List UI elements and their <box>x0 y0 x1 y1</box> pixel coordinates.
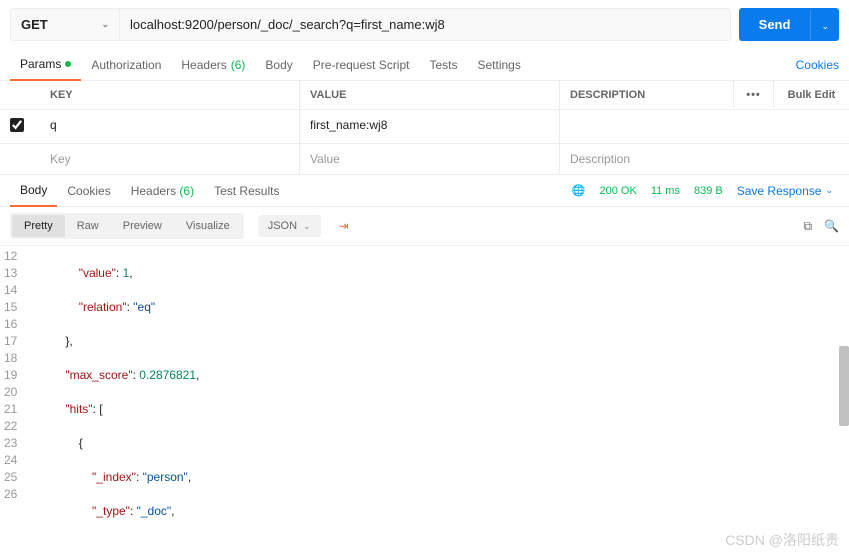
cookies-link[interactable]: Cookies <box>796 50 839 80</box>
wrap-lines-button[interactable]: ⇥ <box>331 214 357 238</box>
col-description: DESCRIPTION <box>560 81 734 109</box>
col-key: KEY <box>40 81 300 109</box>
view-raw[interactable]: Raw <box>65 215 111 237</box>
search-icon[interactable]: 🔍 <box>824 219 839 234</box>
method-select[interactable]: GET ⌄ <box>10 8 120 41</box>
tab-tests[interactable]: Tests <box>419 50 467 80</box>
method-label: GET <box>21 17 48 32</box>
params-table: KEY VALUE DESCRIPTION ••• Bulk Edit q fi… <box>0 81 849 175</box>
chevron-down-icon: ⌄ <box>825 185 833 196</box>
resp-tab-cookies[interactable]: Cookies <box>57 176 120 206</box>
chevron-down-icon: ⌄ <box>303 221 311 232</box>
globe-icon[interactable]: 🌐 <box>572 184 586 197</box>
col-options[interactable]: ••• <box>734 81 774 109</box>
tab-prerequest[interactable]: Pre-request Script <box>303 50 420 80</box>
copy-icon[interactable]: ⧉ <box>803 219 812 234</box>
param-key-input[interactable]: q <box>40 110 300 143</box>
tab-headers[interactable]: Headers (6) <box>171 50 255 80</box>
view-mode-segment: Pretty Raw Preview Visualize <box>10 213 244 239</box>
changed-dot-icon <box>65 61 71 67</box>
view-preview[interactable]: Preview <box>111 215 174 237</box>
bulk-edit-button[interactable]: Bulk Edit <box>774 81 849 109</box>
scrollbar-thumb[interactable] <box>839 346 849 426</box>
param-row-new: Key Value Description <box>0 144 849 175</box>
param-value-placeholder[interactable]: Value <box>300 144 560 174</box>
param-row: q first_name:wj8 <box>0 110 849 144</box>
response-size: 839 B <box>694 185 723 197</box>
param-key-placeholder[interactable]: Key <box>40 144 300 174</box>
send-button-group: Send ⌄ <box>739 8 839 41</box>
line-gutter: 121314151617181920212223242526 <box>0 246 25 536</box>
send-button[interactable]: Send <box>739 9 811 40</box>
url-input[interactable]: localhost:9200/person/_doc/_search?q=fir… <box>120 8 731 41</box>
tab-body[interactable]: Body <box>255 50 302 80</box>
param-checkbox[interactable] <box>10 118 24 132</box>
response-time: 11 ms <box>651 185 680 197</box>
param-desc-placeholder[interactable]: Description <box>560 144 849 174</box>
save-response-button[interactable]: Save Response ⌄ <box>737 184 833 198</box>
tab-authorization[interactable]: Authorization <box>81 50 171 80</box>
resp-tab-headers[interactable]: Headers (6) <box>121 176 204 206</box>
chevron-down-icon: ⌄ <box>101 19 109 30</box>
view-visualize[interactable]: Visualize <box>174 215 242 237</box>
resp-tab-body[interactable]: Body <box>10 175 57 207</box>
view-pretty[interactable]: Pretty <box>12 215 65 237</box>
chevron-down-icon: ⌄ <box>821 21 829 31</box>
col-value: VALUE <box>300 81 560 109</box>
param-value-input[interactable]: first_name:wj8 <box>300 110 560 143</box>
language-select[interactable]: JSON⌄ <box>258 215 321 237</box>
resp-tab-testresults[interactable]: Test Results <box>204 176 289 206</box>
tab-params[interactable]: Params <box>10 49 81 81</box>
send-dropdown[interactable]: ⌄ <box>810 10 839 40</box>
tab-settings[interactable]: Settings <box>468 50 531 80</box>
code-content: "value": 1, "relation": "eq" }, "max_sco… <box>25 246 849 536</box>
status-code: 200 OK <box>600 185 637 197</box>
response-body[interactable]: 121314151617181920212223242526 "value": … <box>0 246 849 536</box>
param-desc-input[interactable] <box>560 110 849 143</box>
